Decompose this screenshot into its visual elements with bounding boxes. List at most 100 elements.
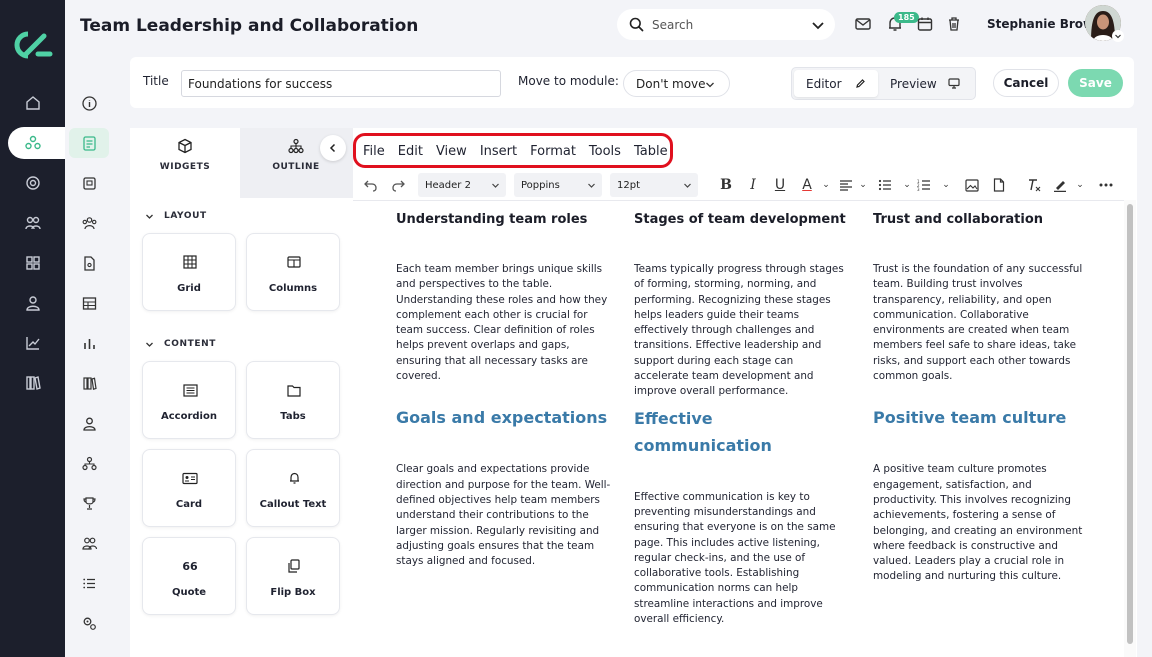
layout-section-toggle[interactable]: LAYOUT (145, 211, 207, 221)
target-icon[interactable] (8, 167, 57, 199)
tab-widgets[interactable]: WIDGETS (130, 138, 240, 172)
font-family-select[interactable]: Poppins (514, 173, 602, 197)
layout-heading: LAYOUT (164, 211, 207, 221)
section-paragraph: Teams typically progress through stages … (634, 263, 844, 398)
people-icon[interactable] (69, 528, 109, 558)
menu-edit[interactable]: Edit (398, 144, 423, 159)
widget-grid[interactable]: Grid (142, 233, 236, 311)
move-to-module-select[interactable]: Don't move (623, 70, 730, 97)
widget-callout-text[interactable]: Callout Text (246, 449, 340, 527)
editor-scrollbar-thumb[interactable] (1127, 204, 1133, 644)
save-button[interactable]: Save (1068, 69, 1123, 97)
notification-badge: 185 (894, 12, 919, 23)
more-options-icon[interactable] (1098, 177, 1114, 193)
chevron-down-icon[interactable]: ⌄ (855, 177, 871, 193)
settings-icon[interactable] (69, 608, 109, 638)
section-heading: Understanding team roles (396, 212, 588, 227)
redo-icon[interactable] (390, 177, 406, 193)
books-icon[interactable] (69, 368, 109, 398)
page-icon[interactable] (69, 128, 109, 158)
underline-icon[interactable]: U (772, 177, 788, 193)
widget-label: Flip Box (270, 587, 316, 598)
user-icon[interactable] (8, 287, 57, 319)
text-color-icon[interactable]: A (799, 177, 815, 193)
section-paragraph: Trust is the foundation of any successfu… (873, 263, 1083, 383)
image-icon[interactable] (964, 177, 980, 193)
org-icon[interactable] (69, 448, 109, 478)
section-heading-large: Positive team culture (873, 408, 1067, 428)
widget-quote[interactable]: 66 Quote (142, 537, 236, 615)
widget-label: Callout Text (259, 499, 327, 510)
font-size-select[interactable]: 12pt (610, 173, 698, 197)
numbered-list-icon[interactable]: 123 (916, 177, 932, 193)
calendar-icon[interactable] (916, 15, 934, 33)
list-icon[interactable] (69, 568, 109, 598)
pencil-icon (856, 79, 865, 88)
bar-chart-icon[interactable] (69, 328, 109, 358)
search-input[interactable] (652, 17, 802, 32)
editor-tab[interactable]: Editor (794, 70, 878, 97)
widget-flip-box[interactable]: Flip Box (246, 537, 340, 615)
chevron-down-icon[interactable] (809, 16, 827, 34)
trophy-icon[interactable] (69, 488, 109, 518)
menu-file[interactable]: File (363, 144, 385, 159)
chevron-down-icon[interactable]: ⌄ (899, 177, 915, 193)
chevron-down-icon[interactable] (1112, 30, 1124, 42)
table-icon[interactable] (69, 288, 109, 318)
brand-logo (14, 31, 53, 59)
id-card-icon (181, 470, 199, 486)
editor-toolbar: Header 2 Poppins 12pt B I U A ⌄ ⌄ ⌄ 123 … (353, 170, 1137, 200)
title-label: Title (143, 74, 169, 88)
widget-columns[interactable]: Columns (246, 233, 340, 311)
menu-insert[interactable]: Insert (480, 144, 517, 159)
clear-formatting-icon[interactable] (1026, 177, 1042, 193)
widget-accordion[interactable]: Accordion (142, 361, 236, 439)
highlighter-icon[interactable] (1052, 177, 1068, 193)
menu-table[interactable]: Table (634, 144, 668, 159)
content-column-3[interactable]: Trust and collaboration Trust is the fou… (873, 211, 1088, 585)
chevron-down-icon[interactable]: ⌄ (1072, 177, 1088, 193)
menu-tools[interactable]: Tools (589, 144, 621, 159)
analytics-icon[interactable] (8, 327, 57, 359)
groups-icon[interactable] (8, 207, 57, 239)
italic-icon[interactable]: I (745, 177, 761, 193)
columns-icon (285, 254, 303, 270)
block-format-select[interactable]: Header 2 (418, 173, 506, 197)
chevron-down-icon[interactable]: ⌄ (818, 177, 834, 193)
cancel-button[interactable]: Cancel (993, 69, 1059, 97)
align-icon[interactable] (838, 177, 854, 193)
apps-grid-icon[interactable] (8, 247, 57, 279)
content-section-toggle[interactable]: CONTENT (145, 339, 216, 349)
undo-icon[interactable] (362, 177, 378, 193)
preview-tab[interactable]: Preview (890, 70, 974, 97)
document-icon[interactable] (69, 248, 109, 278)
widget-tabs[interactable]: Tabs (246, 361, 340, 439)
monitor-icon (948, 78, 960, 89)
slides-icon[interactable] (69, 168, 109, 198)
mail-icon[interactable] (854, 15, 872, 33)
svg-text:3: 3 (917, 187, 920, 191)
title-input[interactable] (181, 70, 501, 97)
library-icon[interactable] (8, 367, 57, 399)
team-icon[interactable] (69, 208, 109, 238)
menu-view[interactable]: View (436, 144, 467, 159)
info-icon[interactable] (69, 88, 109, 118)
chevron-down-icon[interactable]: ⌄ (938, 177, 954, 193)
section-heading-large: Goals and expectations (396, 408, 608, 428)
bold-icon[interactable]: B (718, 177, 734, 193)
home-icon[interactable] (8, 87, 57, 119)
widget-label: Tabs (280, 411, 306, 422)
profile-icon[interactable] (69, 408, 109, 438)
secondary-sidebar (65, 0, 117, 657)
menu-format[interactable]: Format (530, 144, 576, 159)
search-box[interactable] (617, 9, 835, 40)
file-icon[interactable] (991, 177, 1007, 193)
bullet-list-icon[interactable] (877, 177, 893, 193)
cube-icon (178, 138, 192, 154)
collapse-panel-button[interactable] (320, 135, 346, 161)
content-column-2[interactable]: Stages of team development Teams typical… (634, 211, 849, 627)
widget-card[interactable]: Card (142, 449, 236, 527)
trash-icon[interactable] (945, 15, 963, 33)
content-column-1[interactable]: Understanding team roles Each team membe… (396, 211, 611, 569)
editor-preview-toggle: Editor Preview (791, 67, 976, 100)
